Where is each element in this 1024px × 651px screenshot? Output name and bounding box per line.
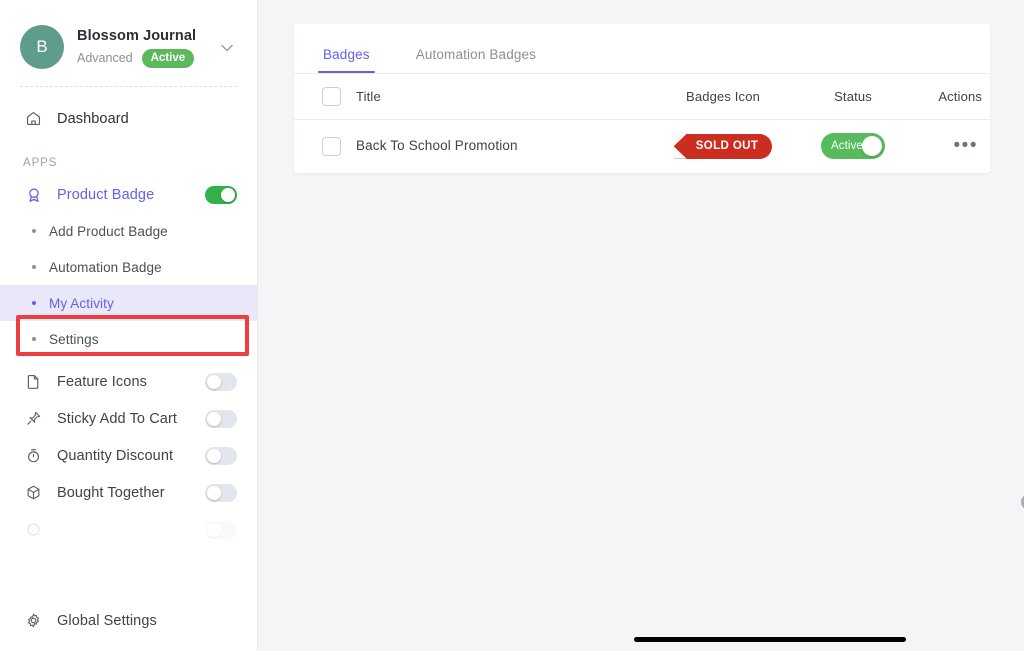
gear-icon xyxy=(23,610,44,631)
toggle-knob xyxy=(862,136,882,157)
app-toggle-feature-icons[interactable] xyxy=(205,372,237,391)
column-header-status: Status xyxy=(834,88,872,104)
row-badge-icon-cell: SOLD OUT xyxy=(648,118,798,173)
row-actions-menu[interactable]: ••• xyxy=(908,118,990,173)
sidebar-item-label xyxy=(57,522,205,538)
sidebar-item-bought-together[interactable]: Bought Together xyxy=(0,474,257,511)
table-row: Back To School Promotion SOLD OUT Active xyxy=(294,118,990,173)
generic-app-icon xyxy=(23,519,44,540)
sidebar-item-add-product-badge[interactable]: Add Product Badge xyxy=(0,213,257,249)
home-icon xyxy=(23,108,44,129)
app-toggle-quantity-discount[interactable] xyxy=(205,446,237,465)
column-header-title: Title xyxy=(356,88,381,104)
row-checkbox[interactable] xyxy=(322,136,341,156)
sidebar-item-label: Global Settings xyxy=(57,612,157,629)
sidebar-item-my-activity[interactable]: My Activity xyxy=(0,285,257,321)
sidebar-item-partially-visible[interactable] xyxy=(0,511,257,548)
sold-out-ribbon-badge: SOLD OUT xyxy=(673,133,773,159)
pin-icon xyxy=(23,408,44,429)
store-sub: Advanced Active xyxy=(77,48,217,68)
sidebar-subitem-label: Automation Badge xyxy=(49,259,162,275)
store-meta: Blossom Journal Advanced Active xyxy=(77,27,217,68)
badges-card: Badges Automation Badges Title Badges Ic… xyxy=(294,24,990,173)
tab-automation-badges[interactable]: Automation Badges xyxy=(414,47,538,73)
tab-bar: Badges Automation Badges xyxy=(294,24,990,74)
app-toggle-sticky-add-to-cart[interactable] xyxy=(205,409,237,428)
sidebar-subitem-label: My Activity xyxy=(49,295,114,311)
select-all-cell xyxy=(294,74,356,119)
sidebar-item-label: Product Badge xyxy=(57,186,155,203)
sidebar-item-automation-badge[interactable]: Automation Badge xyxy=(0,249,257,285)
select-all-checkbox[interactable] xyxy=(322,86,341,106)
store-name: Blossom Journal xyxy=(77,27,197,44)
store-status-badge: Active xyxy=(141,48,195,68)
sidebar: B Blossom Journal Advanced Active Dashbo… xyxy=(0,0,258,651)
sidebar-item-label: Feature Icons xyxy=(57,373,147,390)
sidebar-item-label: Quantity Discount xyxy=(57,447,174,464)
sidebar-item-global-settings[interactable]: Global Settings xyxy=(0,602,257,639)
chevron-down-icon[interactable] xyxy=(217,39,237,55)
badges-table: Title Badges Icon Status Actions Back To… xyxy=(294,74,990,173)
document-icon xyxy=(23,371,44,392)
bullet-icon xyxy=(32,301,36,305)
sidebar-subitem-label: Settings xyxy=(49,331,99,347)
app-toggle-bought-together[interactable] xyxy=(205,483,237,502)
column-header-actions: Actions xyxy=(938,88,982,104)
sidebar-item-label: Sticky Add To Cart xyxy=(57,410,178,427)
sidebar-item-quantity-discount[interactable]: Quantity Discount xyxy=(0,437,257,474)
package-box-icon xyxy=(23,482,44,503)
bullet-icon xyxy=(32,337,36,341)
column-header-badges-icon: Badges Icon xyxy=(686,88,760,104)
sidebar-nav: Dashboard APPS Product Badge Add Product… xyxy=(0,87,257,548)
bullet-icon xyxy=(32,229,36,233)
stopwatch-icon xyxy=(23,445,44,466)
horizontal-scrollbar[interactable] xyxy=(634,637,906,642)
row-select-cell xyxy=(294,118,356,173)
sidebar-subitem-label: Add Product Badge xyxy=(49,223,168,239)
sidebar-item-label: Bought Together xyxy=(57,484,165,501)
row-status-toggle[interactable]: Active xyxy=(821,133,885,160)
app-toggle-product-badge[interactable] xyxy=(205,185,237,204)
scroll-fade xyxy=(0,565,257,605)
row-title: Back To School Promotion xyxy=(356,138,518,154)
sidebar-item-product-badge[interactable]: Product Badge xyxy=(0,176,257,213)
sidebar-section-apps: APPS xyxy=(23,157,58,169)
sidebar-item-feature-icons[interactable]: Feature Icons xyxy=(0,363,257,400)
tab-badges[interactable]: Badges xyxy=(318,47,375,73)
sidebar-item-label: Dashboard xyxy=(57,110,129,127)
main-content: Badges Automation Badges Title Badges Ic… xyxy=(258,0,1024,651)
row-title-cell: Back To School Promotion xyxy=(356,118,648,173)
sidebar-item-settings[interactable]: Settings xyxy=(0,321,257,357)
sidebar-item-sticky-add-to-cart[interactable]: Sticky Add To Cart xyxy=(0,400,257,437)
app-toggle-partially-visible[interactable] xyxy=(205,520,237,539)
row-status-label: Active xyxy=(831,140,863,153)
sidebar-footer: Global Settings xyxy=(0,602,257,651)
sidebar-item-dashboard[interactable]: Dashboard xyxy=(0,100,257,137)
store-avatar: B xyxy=(20,25,64,69)
store-switcher[interactable]: B Blossom Journal Advanced Active xyxy=(0,0,257,76)
bullet-icon xyxy=(32,265,36,269)
store-plan: Advanced xyxy=(77,51,133,65)
app-root: B Blossom Journal Advanced Active Dashbo… xyxy=(0,0,1024,651)
row-status-cell: Active xyxy=(798,118,908,173)
award-badge-icon xyxy=(23,184,44,205)
table-header-row: Title Badges Icon Status Actions xyxy=(294,74,990,119)
